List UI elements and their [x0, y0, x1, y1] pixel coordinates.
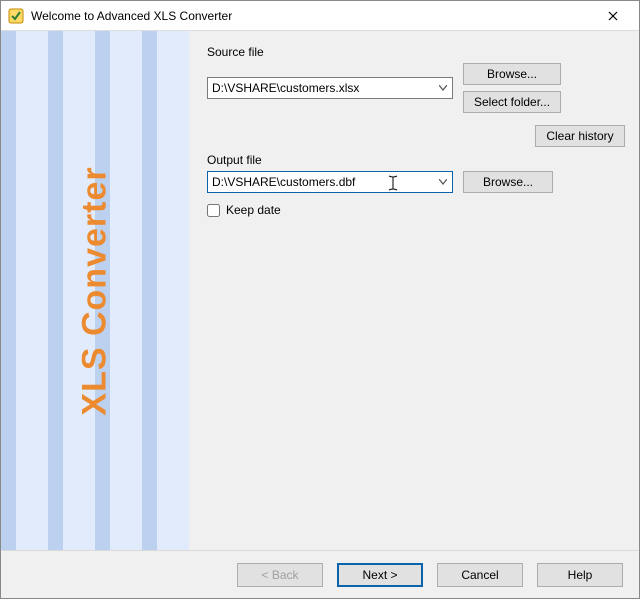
app-icon	[7, 7, 25, 25]
source-file-input[interactable]	[208, 78, 434, 98]
output-file-label: Output file	[207, 153, 625, 167]
clear-history-button[interactable]: Clear history	[535, 125, 625, 147]
source-file-combo[interactable]	[207, 77, 453, 99]
output-file-combo[interactable]	[207, 171, 453, 193]
back-button[interactable]: < Back	[237, 563, 323, 587]
chevron-down-icon[interactable]	[434, 78, 452, 98]
body-area: XLS Converter Source file Browse... Sele…	[1, 31, 639, 550]
sidebar-banner: XLS Converter	[1, 31, 189, 550]
keep-date-label: Keep date	[226, 203, 281, 217]
browse-output-button[interactable]: Browse...	[463, 171, 553, 193]
help-button[interactable]: Help	[537, 563, 623, 587]
bottom-nav: < Back Next > Cancel Help	[1, 550, 639, 598]
cancel-button[interactable]: Cancel	[437, 563, 523, 587]
output-file-input[interactable]	[208, 172, 434, 192]
main-panel: Source file Browse... Select folder... C…	[189, 31, 639, 550]
browse-source-button[interactable]: Browse...	[463, 63, 561, 85]
window-title: Welcome to Advanced XLS Converter	[31, 9, 232, 23]
text-cursor-icon	[386, 174, 400, 190]
select-folder-button[interactable]: Select folder...	[463, 91, 561, 113]
close-button[interactable]	[593, 2, 633, 30]
next-button[interactable]: Next >	[337, 563, 423, 587]
source-file-label: Source file	[207, 45, 625, 59]
sidebar-brand-text: XLS Converter	[76, 166, 115, 415]
chevron-down-icon[interactable]	[434, 172, 452, 192]
titlebar: Welcome to Advanced XLS Converter	[1, 1, 639, 31]
keep-date-checkbox[interactable]	[207, 204, 220, 217]
wizard-window: Welcome to Advanced XLS Converter XLS Co…	[0, 0, 640, 599]
